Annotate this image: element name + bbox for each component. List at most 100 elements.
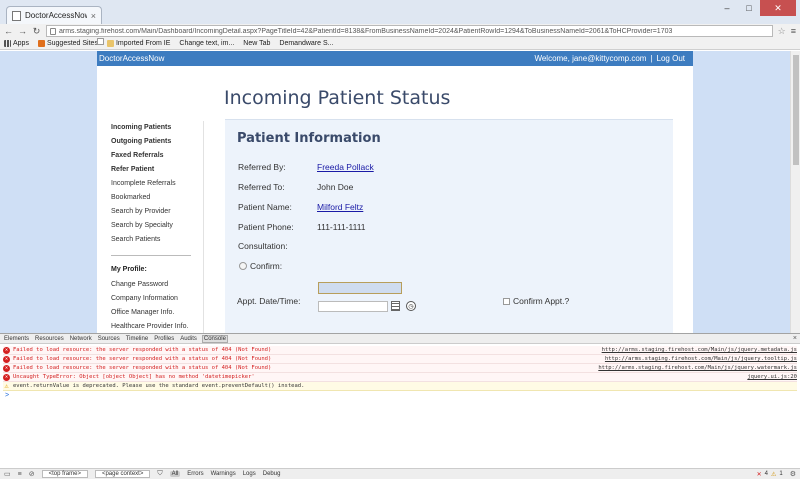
- clear-console-icon[interactable]: ⊘: [29, 470, 35, 478]
- sidebar-item-bookmarked[interactable]: Bookmarked: [111, 191, 201, 205]
- page-icon: [97, 38, 104, 45]
- sidebar-item-refer-patient[interactable]: Refer Patient: [111, 163, 201, 177]
- clock-icon[interactable]: ◷: [406, 301, 416, 311]
- tab-timeline[interactable]: Timeline: [125, 336, 149, 342]
- appt-date-input[interactable]: [318, 301, 388, 312]
- referred-by-row: Referred By: Freeda Pollack: [238, 162, 374, 172]
- sidebar-item-search-provider[interactable]: Search by Provider: [111, 205, 201, 219]
- filter-all[interactable]: All: [169, 471, 181, 477]
- page-container: DoctorAccessNow Welcome, jane@kittycomp.…: [97, 51, 693, 333]
- scrollbar-thumb[interactable]: [793, 55, 799, 165]
- window-close-icon[interactable]: ✕: [760, 0, 796, 16]
- header-separator: |: [650, 54, 653, 63]
- filter-warnings[interactable]: Warnings: [211, 471, 236, 477]
- show-drawer-icon[interactable]: ≡: [18, 471, 22, 478]
- bookmark-change-text[interactable]: Change text, im...: [97, 38, 234, 47]
- referred-by-link[interactable]: Freeda Pollack: [317, 162, 374, 172]
- error-icon: ✕: [3, 355, 10, 363]
- log-source-link[interactable]: http://arms.staging.firehost.com/Main/js…: [602, 347, 797, 353]
- error-icon: ✕: [3, 373, 10, 381]
- console-log-row: ✕ Failed to load resource: the server re…: [3, 355, 797, 364]
- sidebar-item-company-info[interactable]: Company Information: [111, 292, 201, 306]
- console-log-row: ⚠ event.returnValue is deprecated. Pleas…: [3, 382, 797, 391]
- patient-name-link[interactable]: Milford Feltz: [317, 202, 363, 212]
- apps-grid-icon: [4, 40, 11, 47]
- sidebar-item-search-patients[interactable]: Search Patients: [111, 233, 201, 247]
- sidebar-item-change-password[interactable]: Change Password: [111, 278, 201, 292]
- site-brand[interactable]: DoctorAccessNow: [99, 54, 164, 63]
- tab-profiles[interactable]: Profiles: [153, 336, 175, 342]
- tab-close-icon[interactable]: ×: [91, 11, 96, 21]
- reload-icon[interactable]: ↻: [32, 26, 41, 37]
- bookmark-new-tab[interactable]: New Tab: [97, 38, 270, 47]
- bookmark-demandware[interactable]: Demandware S...: [97, 38, 333, 47]
- confirm-radio[interactable]: [239, 262, 247, 270]
- page-viewport: DoctorAccessNow Welcome, jane@kittycomp.…: [0, 51, 800, 333]
- address-bar[interactable]: arms.staging.firehost.com/Main/Dashboard…: [46, 25, 773, 37]
- log-source-link[interactable]: jquery.ui.js:20: [747, 374, 797, 380]
- sidebar-item-outgoing-patients[interactable]: Outgoing Patients: [111, 135, 201, 149]
- sidebar-item-office-manager[interactable]: Office Manager Info.: [111, 306, 201, 320]
- suggested-sites-icon: [37, 40, 45, 47]
- page-scrollbar[interactable]: [790, 51, 800, 333]
- site-header: DoctorAccessNow Welcome, jane@kittycomp.…: [97, 51, 693, 66]
- page-info-icon[interactable]: [50, 27, 56, 35]
- log-source-link[interactable]: http://arms.staging.firehost.com/Main/js…: [605, 356, 797, 362]
- bookmark-apps[interactable]: Apps: [4, 40, 29, 47]
- forward-arrow-icon[interactable]: →: [18, 26, 27, 36]
- context-select[interactable]: <page context>: [94, 470, 151, 478]
- tab-resources[interactable]: Resources: [34, 336, 65, 342]
- url-text[interactable]: arms.staging.firehost.com/Main/Dashboard…: [59, 28, 672, 35]
- tab-network[interactable]: Network: [69, 336, 93, 342]
- log-source-link[interactable]: http://arms.staging.firehost.com/Main/js…: [598, 365, 797, 371]
- browser-menu-icon[interactable]: ≡: [791, 26, 796, 36]
- bookmark-star-icon[interactable]: ☆: [778, 26, 786, 37]
- calendar-icon[interactable]: [391, 301, 400, 311]
- dock-side-icon[interactable]: ▭: [4, 470, 11, 478]
- devtools-close-icon[interactable]: ×: [793, 335, 797, 342]
- error-icon: ✕: [3, 364, 10, 372]
- bookmark-suggested-sites[interactable]: Suggested Sites: [37, 40, 98, 47]
- user-menu: Welcome, jane@kittycomp.com | Log Out: [534, 54, 685, 63]
- sidebar-item-incoming-patients[interactable]: Incoming Patients: [111, 121, 201, 135]
- tab-audits[interactable]: Audits: [179, 336, 198, 342]
- bookmark-imported-from-ie[interactable]: Imported From IE: [106, 40, 170, 47]
- referred-to-label: Referred To:: [238, 182, 285, 192]
- filter-icon[interactable]: ⛉: [157, 470, 162, 478]
- filter-errors[interactable]: Errors: [187, 471, 203, 477]
- referred-to-value: John Doe: [317, 182, 354, 192]
- browser-toolbar: ← → ↻ arms.staging.firehost.com/Main/Das…: [0, 24, 800, 38]
- warning-count: 1: [779, 471, 783, 477]
- logout-link[interactable]: Log Out: [657, 54, 685, 63]
- tab-console[interactable]: Console: [201, 334, 228, 343]
- maximize-icon[interactable]: □: [738, 0, 760, 16]
- time-input[interactable]: [318, 282, 402, 294]
- console-log-row: ✕ Failed to load resource: the server re…: [3, 346, 797, 355]
- confirm-appt-row: Confirm Appt.?: [503, 296, 569, 306]
- sidebar-item-faxed-referrals[interactable]: Faxed Referrals: [111, 149, 201, 163]
- minimize-icon[interactable]: –: [716, 0, 738, 16]
- console-output: ✕ Failed to load resource: the server re…: [0, 344, 800, 402]
- filter-logs[interactable]: Logs: [243, 471, 256, 477]
- confirm-appt-checkbox[interactable]: [503, 297, 510, 305]
- tab-elements[interactable]: Elements: [3, 336, 30, 342]
- page-title: Incoming Patient Status: [224, 87, 451, 109]
- console-log-row: ✕ Uncaught TypeError: Object [object Obj…: [3, 373, 797, 382]
- panel-title: Patient Information: [237, 131, 381, 146]
- tab-sources[interactable]: Sources: [97, 336, 121, 342]
- log-message: Failed to load resource: the server resp…: [13, 347, 272, 353]
- browser-tab[interactable]: DoctorAccessNow ×: [6, 6, 102, 24]
- sidebar-item-incomplete-referrals[interactable]: Incomplete Referrals: [111, 177, 201, 191]
- filter-debug[interactable]: Debug: [263, 471, 281, 477]
- issue-counts[interactable]: ✕ 4 ⚠ 1: [757, 471, 783, 478]
- folder-icon: [106, 40, 114, 47]
- devtools-settings-gear-icon[interactable]: ⚙: [790, 470, 796, 478]
- sidebar-item-healthcare-provider[interactable]: Healthcare Provider Info.: [111, 320, 201, 333]
- console-prompt[interactable]: >: [3, 391, 797, 400]
- frame-select[interactable]: <top frame>: [41, 470, 88, 478]
- sidebar-nav: Incoming Patients Outgoing Patients Faxe…: [111, 121, 201, 333]
- back-arrow-icon[interactable]: ←: [4, 26, 13, 36]
- devtools-panel: Elements Resources Network Sources Timel…: [0, 333, 800, 479]
- sidebar-item-search-specialty[interactable]: Search by Specialty: [111, 219, 201, 233]
- consultation-row: Consultation:: [238, 241, 317, 251]
